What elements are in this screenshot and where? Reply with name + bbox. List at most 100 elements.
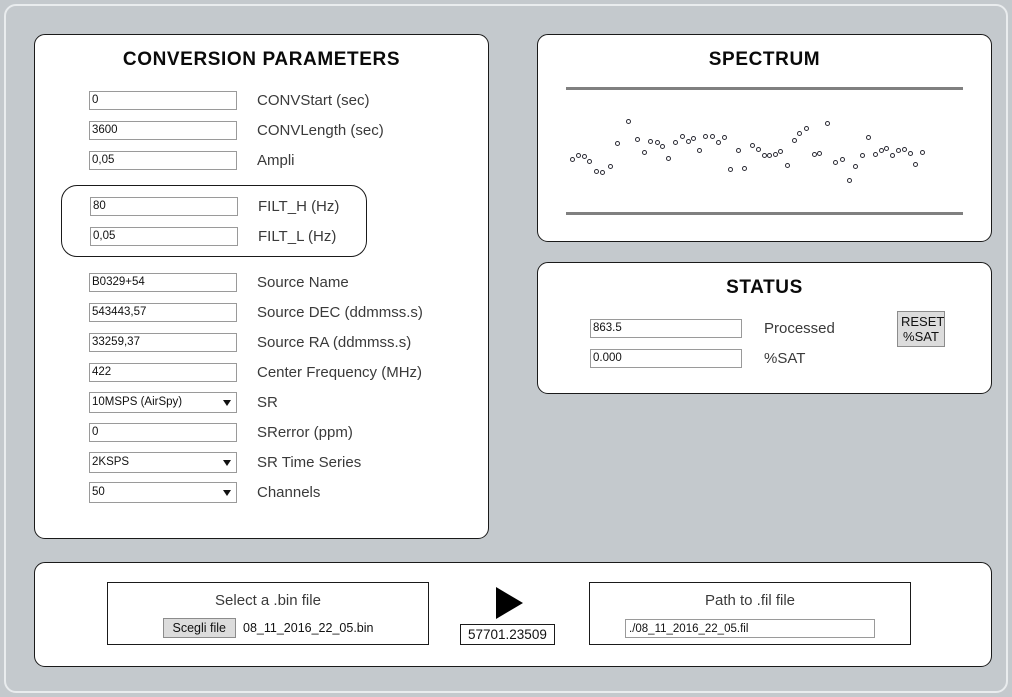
field-row-convlength: CONVLength (sec): [35, 115, 488, 145]
bin-file-box: Select a .bin file Scegli file 08_11_201…: [107, 582, 429, 645]
channels-select[interactable]: 50: [89, 481, 237, 503]
field-row-ampli: Ampli: [35, 145, 488, 175]
spectrum-data-point: [878, 148, 884, 153]
spectrum-data-point: [767, 152, 773, 158]
spectrum-data-point: [907, 150, 913, 156]
bin-file-name: 08_11_2016_22_05.bin: [243, 621, 374, 635]
source-dec-input[interactable]: [89, 302, 237, 322]
processed-label: Processed: [764, 319, 835, 337]
spectrum-data-point: [866, 135, 872, 140]
field-row-center-frequency: Center Frequency (MHz): [35, 357, 488, 387]
sr-time-series-select-wrap: 2KSPS: [89, 451, 237, 473]
spectrum-data-point: [889, 152, 895, 158]
spectrum-data-point: [615, 141, 621, 146]
field-row-source-name: Source Name: [35, 267, 488, 297]
source-ra-input[interactable]: [89, 332, 237, 352]
spectrum-scatter-plot: [566, 79, 963, 219]
convstart-label: CONVStart (sec): [257, 91, 370, 109]
spectrum-data-point: [817, 151, 823, 156]
bin-file-title: Select a .bin file: [215, 592, 321, 609]
field-row-srerror: SRerror (ppm): [35, 417, 488, 447]
file-io-inner: Select a .bin file Scegli file 08_11_201…: [35, 563, 991, 666]
spectrum-data-point: [672, 140, 678, 145]
field-row-convstart: CONVStart (sec): [35, 85, 488, 115]
spectrum-data-point: [772, 152, 778, 157]
spectrum-bottom-rule: [566, 212, 963, 215]
center-frequency-label: Center Frequency (MHz): [257, 363, 423, 381]
spectrum-data-point: [721, 135, 727, 140]
spectrum-data-point: [680, 133, 686, 139]
spectrum-data-point: [716, 139, 722, 145]
file-io-panel: Select a .bin file Scegli file 08_11_201…: [34, 562, 992, 667]
sr-time-series-select[interactable]: 2KSPS: [89, 451, 237, 473]
reset-sat-button[interactable]: RESET %SAT: [897, 311, 945, 347]
conversion-basic-fields: CONVStart (sec) CONVLength (sec) Ampli: [35, 85, 488, 175]
sr-label: SR: [257, 393, 278, 411]
spectrum-data-point: [600, 170, 606, 175]
spectrum-data-point: [641, 150, 647, 155]
spectrum-data-point: [691, 136, 697, 141]
filter-group: FILT_H (Hz) FILT_L (Hz): [61, 185, 367, 257]
spectrum-data-point: [608, 163, 614, 169]
spectrum-data-point: [581, 154, 587, 159]
center-frequency-input[interactable]: [89, 362, 237, 382]
spectrum-data-point: [811, 152, 817, 157]
ampli-input[interactable]: [89, 150, 237, 170]
ampli-label: Ampli: [257, 151, 295, 169]
choose-file-button[interactable]: Scegli file: [162, 618, 237, 638]
spectrum-data-point: [755, 147, 761, 152]
status-row-sat: %SAT: [538, 343, 991, 373]
spectrum-top-rule: [566, 87, 963, 90]
sat-value-input[interactable]: [590, 348, 742, 368]
spectrum-data-point: [586, 159, 592, 164]
spectrum-data-point: [593, 169, 599, 174]
spectrum-data-point: [778, 148, 784, 154]
spectrum-data-point: [576, 153, 582, 158]
spectrum-data-point: [665, 156, 671, 161]
field-row-source-ra: Source RA (ddmmss.s): [35, 327, 488, 357]
spectrum-data-point: [709, 134, 715, 139]
spectrum-data-point: [803, 126, 809, 131]
spectrum-data-point: [696, 148, 702, 153]
spectrum-data-point: [859, 152, 865, 158]
field-row-filt-l: FILT_L (Hz): [62, 221, 366, 251]
spectrum-data-point: [660, 144, 666, 149]
spectrum-data-point: [833, 160, 839, 165]
filt-l-label: FILT_L (Hz): [258, 227, 337, 245]
spectrum-data-point: [749, 143, 755, 148]
srerror-input[interactable]: [89, 422, 237, 442]
spectrum-data-point: [727, 167, 733, 172]
sr-select[interactable]: 10MSPS (AirSpy): [89, 391, 237, 413]
fil-file-title: Path to .fil file: [704, 592, 796, 609]
source-name-input[interactable]: [89, 272, 237, 292]
source-dec-label: Source DEC (ddmmss.s): [257, 303, 423, 321]
status-title: STATUS: [726, 277, 803, 298]
processed-value-input[interactable]: [590, 318, 742, 338]
filt-h-input[interactable]: [90, 196, 238, 216]
spectrum-data-point: [839, 156, 845, 162]
fil-path-input[interactable]: [625, 619, 875, 638]
spectrum-data-point: [846, 178, 852, 183]
spectrum-data-point: [901, 147, 907, 152]
run-play-button[interactable]: [496, 587, 523, 619]
conversion-parameters-title: CONVERSION PARAMETERS: [122, 49, 401, 70]
status-panel: STATUS Processed %SAT RESET %SAT: [537, 262, 992, 394]
spectrum-data-point: [913, 162, 919, 167]
sr-select-wrap: 10MSPS (AirSpy): [89, 391, 237, 413]
convstart-input[interactable]: [89, 90, 237, 110]
spectrum-data-point: [648, 138, 654, 144]
spectrum-data-point: [919, 150, 925, 155]
spectrum-data-point: [797, 131, 803, 136]
spectrum-data-point: [825, 121, 831, 126]
filt-l-input[interactable]: [90, 226, 238, 246]
srerror-label: SRerror (ppm): [257, 423, 353, 441]
channels-select-wrap: 50: [89, 481, 237, 503]
bin-file-chooser-row: Scegli file 08_11_2016_22_05.bin: [108, 618, 428, 638]
spectrum-data-point: [791, 137, 797, 143]
field-row-source-dec: Source DEC (ddmmss.s): [35, 297, 488, 327]
sr-time-series-label: SR Time Series: [257, 453, 362, 471]
convlength-input[interactable]: [89, 120, 237, 140]
spectrum-data-point: [785, 163, 791, 168]
spectrum-data-point: [654, 140, 660, 145]
channels-label: Channels: [257, 483, 321, 501]
